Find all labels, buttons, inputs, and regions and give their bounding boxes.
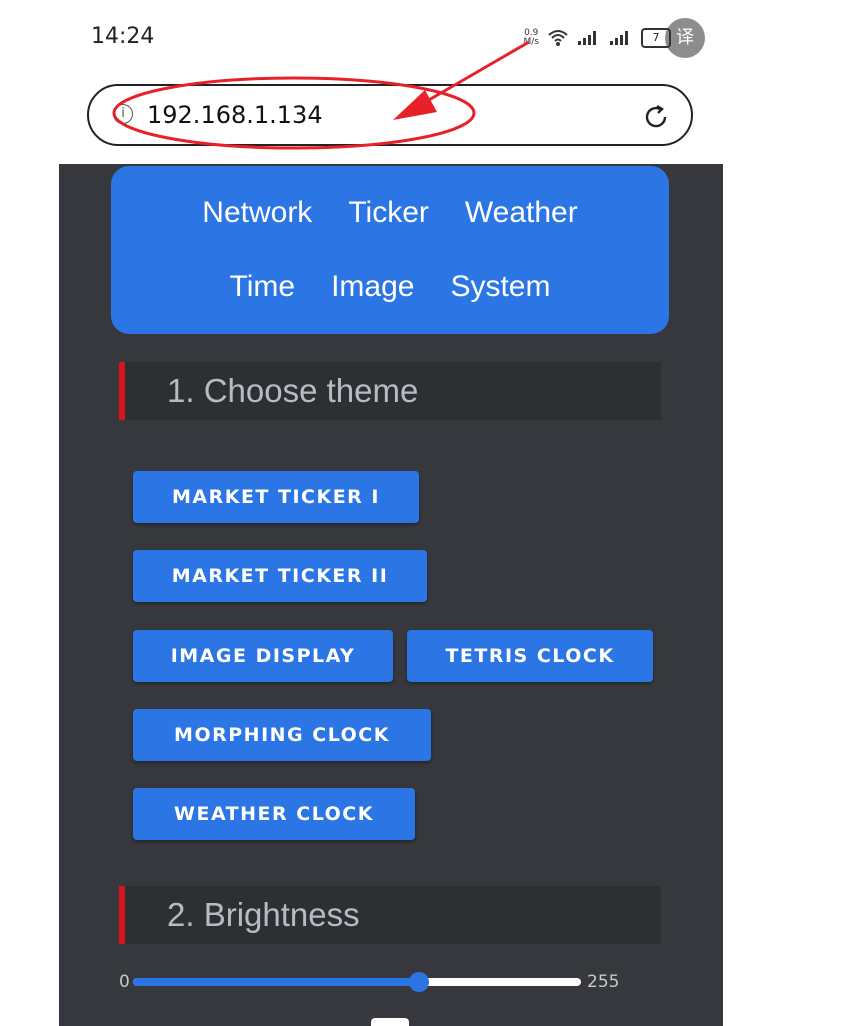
section-header-brightness: 2. Brightness (119, 886, 661, 944)
signal-icon (577, 30, 601, 46)
translate-icon[interactable]: 译 (665, 18, 705, 58)
signal-icon-2 (609, 30, 633, 46)
slider-fill (133, 978, 420, 986)
partial-element (371, 1018, 409, 1026)
slider-max-label: 255 (587, 972, 620, 992)
annotation-arrow (393, 40, 530, 120)
wifi-icon (547, 29, 569, 47)
nav-menu: Network Ticker Weather Time Image System (111, 166, 669, 334)
weather-clock-button[interactable]: WEATHER CLOCK (133, 788, 415, 840)
slider-min-label: 0 (119, 972, 130, 992)
slider-track[interactable] (133, 972, 581, 992)
market-ticker-1-button[interactable]: MARKET TICKER I (133, 471, 419, 523)
nav-link-weather[interactable]: Weather (465, 196, 578, 230)
morphing-clock-button[interactable]: MORPHING CLOCK (133, 709, 431, 761)
status-icons: 0.9 M/s 7 译 (524, 18, 705, 58)
nav-link-system[interactable]: System (450, 270, 550, 304)
battery-icon: 7 (641, 28, 671, 48)
brightness-slider[interactable]: 0 255 (119, 964, 679, 1004)
nav-row-2: Time Image System (111, 270, 669, 304)
section-title-brightness: 2. Brightness (167, 896, 360, 933)
status-time: 14:24 (91, 24, 155, 49)
nav-link-time[interactable]: Time (230, 270, 296, 304)
web-page: Network Ticker Weather Time Image System… (59, 164, 723, 1026)
phone-screen: 14:24 0.9 M/s 7 译 i 192.168.1.134 Networ… (59, 0, 723, 1026)
nav-link-image[interactable]: Image (331, 270, 414, 304)
slider-thumb[interactable] (409, 972, 430, 992)
section-title-theme: 1. Choose theme (167, 372, 419, 409)
image-display-button[interactable]: IMAGE DISPLAY (133, 630, 393, 682)
nav-link-network[interactable]: Network (202, 196, 312, 230)
reload-icon[interactable] (641, 102, 671, 136)
nav-link-ticker[interactable]: Ticker (348, 196, 429, 230)
tetris-clock-button[interactable]: TETRIS CLOCK (407, 630, 653, 682)
section-header-theme: 1. Choose theme (119, 362, 661, 420)
market-ticker-2-button[interactable]: MARKET TICKER II (133, 550, 427, 602)
nav-row-1: Network Ticker Weather (111, 196, 669, 230)
